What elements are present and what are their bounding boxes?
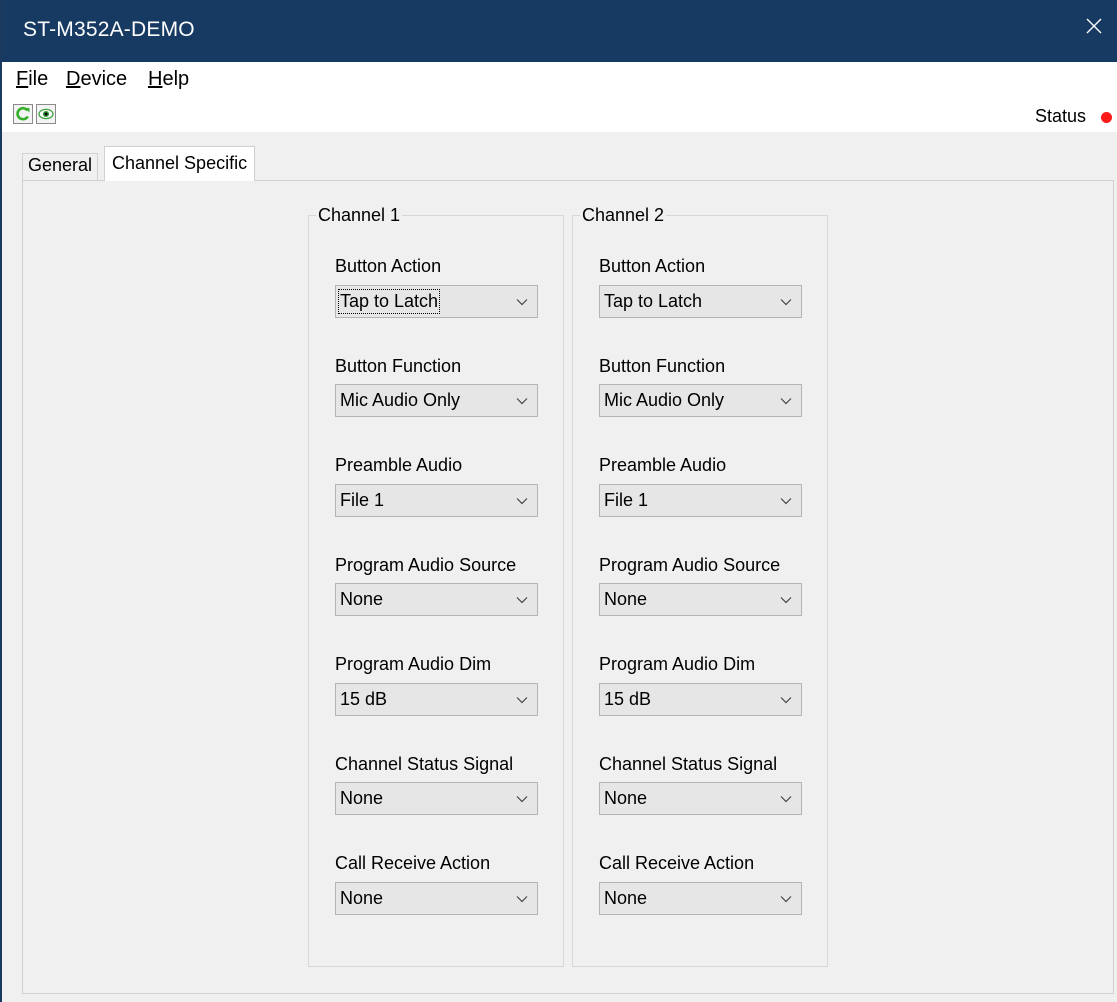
channel-status-signal-select[interactable]: None	[335, 782, 538, 815]
button-action-label: Button Action	[599, 256, 706, 276]
eye-icon	[38, 108, 54, 120]
menu-bar: File Device Help	[2, 62, 1117, 98]
group-title: Channel 1	[316, 205, 403, 226]
chevron-down-icon	[780, 498, 792, 505]
chevron-down-icon	[780, 896, 792, 903]
button-action-select[interactable]: Tap to Latch	[599, 285, 802, 318]
chevron-down-icon	[516, 796, 528, 803]
channel-2-group: Channel 2 Button Action Tap to Latch But…	[572, 205, 828, 967]
chevron-down-icon	[780, 299, 792, 306]
tab-panel	[22, 180, 1114, 994]
refresh-icon	[16, 106, 30, 121]
menu-device[interactable]: Device	[66, 68, 127, 91]
preamble-audio-select[interactable]: File 1	[335, 484, 538, 517]
menu-help[interactable]: Help	[148, 68, 189, 91]
chevron-down-icon	[780, 796, 792, 803]
preamble-audio-label: Preamble Audio	[599, 455, 727, 475]
tab-strip: General Channel Specific	[2, 132, 1117, 181]
button-function-select[interactable]: Mic Audio Only	[599, 384, 802, 417]
chevron-down-icon	[516, 896, 528, 903]
group-title: Channel 2	[580, 205, 667, 226]
chevron-down-icon	[516, 498, 528, 505]
app-window: ST-M352A-DEMO File Device Help Status Ge…	[0, 0, 1117, 1002]
program-audio-source-label: Program Audio Source	[599, 555, 781, 575]
menu-file[interactable]: File	[16, 68, 48, 91]
button-action-label: Button Action	[335, 256, 442, 276]
status-indicator	[1101, 112, 1112, 123]
chevron-down-icon	[780, 597, 792, 604]
program-audio-source-select[interactable]: None	[599, 583, 802, 616]
button-action-select[interactable]: Tap to Latch	[335, 285, 538, 318]
program-audio-dim-select[interactable]: 15 dB	[335, 683, 538, 716]
close-icon[interactable]	[1083, 15, 1105, 37]
button-function-label: Button Function	[335, 356, 462, 376]
toolbar: Status	[2, 98, 1117, 133]
tab-general[interactable]: General	[22, 153, 99, 180]
program-audio-dim-label: Program Audio Dim	[335, 654, 492, 674]
preamble-audio-select[interactable]: File 1	[599, 484, 802, 517]
chevron-down-icon	[516, 697, 528, 704]
program-audio-source-label: Program Audio Source	[335, 555, 517, 575]
channel-status-signal-select[interactable]: None	[599, 782, 802, 815]
preamble-audio-label: Preamble Audio	[335, 455, 463, 475]
window-title: ST-M352A-DEMO	[23, 18, 195, 41]
call-receive-action-select[interactable]: None	[335, 882, 538, 915]
chevron-down-icon	[780, 398, 792, 405]
title-bar: ST-M352A-DEMO	[2, 0, 1117, 62]
refresh-button[interactable]	[13, 104, 33, 124]
program-audio-dim-select[interactable]: 15 dB	[599, 683, 802, 716]
view-button[interactable]	[36, 104, 56, 124]
chevron-down-icon	[780, 697, 792, 704]
chevron-down-icon	[516, 398, 528, 405]
call-receive-action-select[interactable]: None	[599, 882, 802, 915]
program-audio-source-select[interactable]: None	[335, 583, 538, 616]
channel-1-group: Channel 1 Button Action Tap to Latch But…	[308, 205, 564, 967]
call-receive-action-label: Call Receive Action	[599, 853, 755, 873]
chevron-down-icon	[516, 299, 528, 306]
channel-status-signal-label: Channel Status Signal	[335, 754, 514, 774]
program-audio-dim-label: Program Audio Dim	[599, 654, 756, 674]
status-label: Status	[1034, 106, 1086, 126]
channel-status-signal-label: Channel Status Signal	[599, 754, 778, 774]
tab-channel-specific[interactable]: Channel Specific	[104, 146, 256, 181]
button-function-select[interactable]: Mic Audio Only	[335, 384, 538, 417]
call-receive-action-label: Call Receive Action	[335, 853, 491, 873]
chevron-down-icon	[516, 597, 528, 604]
button-function-label: Button Function	[599, 356, 726, 376]
